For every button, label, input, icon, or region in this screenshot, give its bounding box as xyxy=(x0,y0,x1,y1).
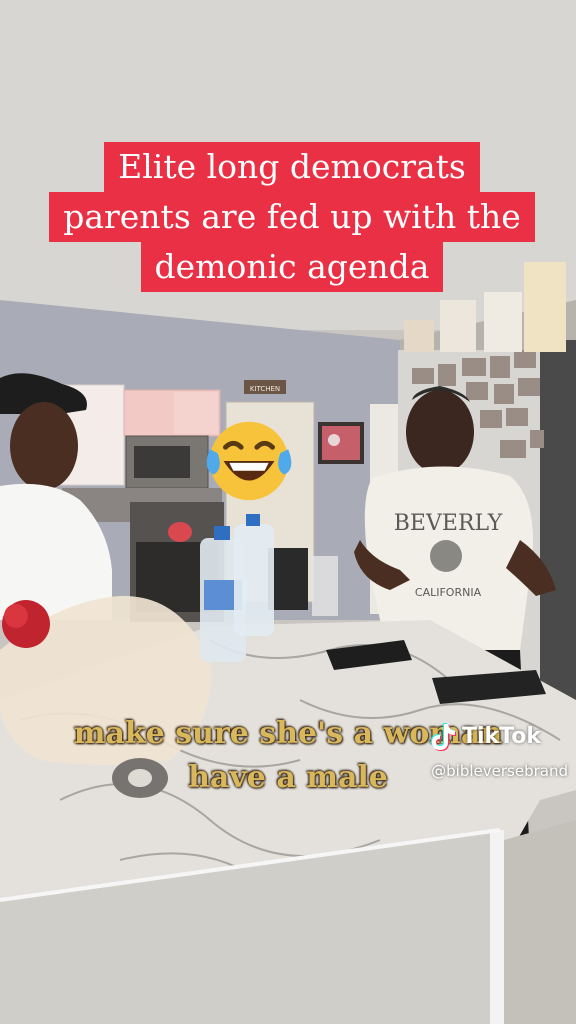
laughing-with-tears-emoji-icon xyxy=(206,421,292,501)
shirt-print-2: CALIFORNIA xyxy=(415,586,482,599)
caption-top-line: parents are fed up with the xyxy=(49,192,535,242)
video-frame[interactable]: KITCHEN BEVERLY CALIFORNIA Elite long de… xyxy=(0,0,576,1024)
caption-top-line: Elite long democrats xyxy=(104,142,480,192)
caption-bottom-line: have a male xyxy=(188,760,388,795)
caption-top: Elite long democrats parents are fed up … xyxy=(28,142,556,292)
tiktok-brand: TikTok xyxy=(462,724,542,749)
caption-top-line: demonic agenda xyxy=(140,242,444,292)
creator-handle: @bibleversebrand xyxy=(431,762,568,780)
tiktok-watermark: TikTok @bibleversebrand xyxy=(428,722,568,792)
shirt-print-1: BEVERLY xyxy=(394,511,503,536)
tiktok-logo-icon xyxy=(431,723,456,751)
kitchen-sign-text: KITCHEN xyxy=(250,385,280,393)
